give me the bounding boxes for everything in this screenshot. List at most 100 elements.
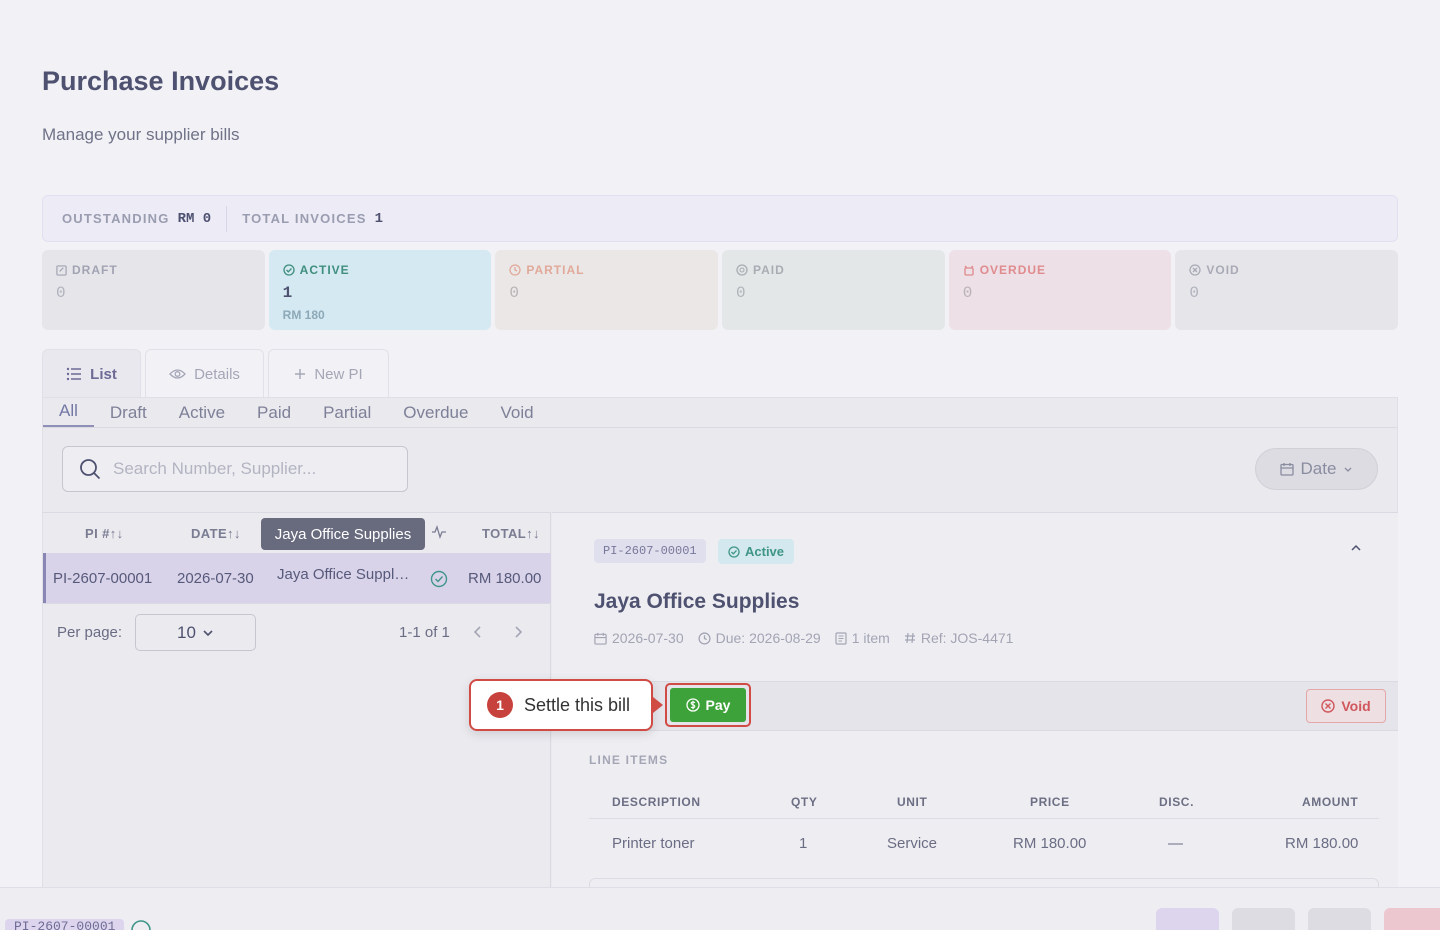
page-range: 1-1 of 1 bbox=[399, 624, 450, 641]
column-header-pi[interactable]: PI #↑↓ bbox=[85, 526, 124, 541]
clock-icon bbox=[698, 631, 711, 645]
coin-icon bbox=[736, 264, 748, 276]
column-header-total[interactable]: TOTAL↑↓ bbox=[482, 526, 540, 541]
status-card-draft[interactable]: DRAFT 0 bbox=[42, 250, 265, 330]
status-card-paid[interactable]: PAID 0 bbox=[722, 250, 945, 330]
tab-list-label: List bbox=[90, 365, 117, 383]
filter-tabs: All Draft Active Paid Partial Overdue Vo… bbox=[43, 398, 1397, 428]
pdf-button[interactable] bbox=[1384, 908, 1440, 930]
date-filter-label: Date bbox=[1300, 459, 1337, 478]
line-items-heading: LINE ITEMS bbox=[589, 753, 669, 767]
eye-icon bbox=[169, 369, 186, 379]
row-supplier: Jaya Office Suppl… bbox=[277, 566, 410, 583]
status-card-label: VOID bbox=[1206, 263, 1240, 277]
meta-ref: Ref: JOS-4471 bbox=[904, 630, 1013, 646]
filter-tab-overdue[interactable]: Overdue bbox=[387, 403, 484, 427]
tab-details[interactable]: Details bbox=[145, 349, 264, 398]
line-col-amount: AMOUNT bbox=[1302, 795, 1359, 809]
chevron-down-icon bbox=[203, 629, 213, 636]
status-card-label: ACTIVE bbox=[299, 263, 350, 277]
status-card-void[interactable]: VOID 0 bbox=[1175, 250, 1399, 330]
invoice-panel: All Draft Active Paid Partial Overdue Vo… bbox=[42, 397, 1398, 908]
status-card-partial[interactable]: PARTIAL 0 bbox=[495, 250, 719, 330]
status-card-label: DRAFT bbox=[72, 263, 118, 277]
status-cards: DRAFT 0 ACTIVE 1 RM 180 PARTIAL 0 PAID 0… bbox=[42, 250, 1399, 330]
outstanding-label: OUTSTANDING bbox=[62, 211, 170, 226]
chevron-right-icon[interactable] bbox=[513, 625, 523, 639]
tab-details-label: Details bbox=[194, 365, 240, 383]
filter-tab-draft[interactable]: Draft bbox=[94, 403, 163, 427]
invoice-number-badge: PI-2607-00001 bbox=[594, 539, 706, 563]
line-price: RM 180.00 bbox=[1013, 835, 1087, 852]
list-icon bbox=[66, 367, 82, 381]
status-badge-label: Active bbox=[745, 544, 785, 559]
filter-tab-partial[interactable]: Partial bbox=[307, 403, 387, 427]
edit-button[interactable] bbox=[1156, 908, 1219, 930]
pay-button[interactable]: Pay bbox=[670, 688, 746, 722]
status-card-count: 0 bbox=[962, 284, 973, 302]
date-filter-button[interactable]: Date bbox=[1255, 448, 1378, 490]
bottom-action-bar: PI-2607-00001 bbox=[0, 887, 1440, 930]
tab-list[interactable]: List bbox=[42, 349, 141, 398]
column-header-date[interactable]: DATE↑↓ bbox=[191, 526, 241, 541]
check-circle-icon bbox=[728, 545, 740, 558]
tutorial-callout: 1 Settle this bill bbox=[469, 679, 653, 731]
x-circle-icon bbox=[1321, 699, 1336, 713]
status-card-label: PARTIAL bbox=[526, 263, 585, 277]
check-circle-icon bbox=[430, 570, 448, 588]
per-page-select[interactable]: 10 bbox=[135, 614, 256, 651]
duplicate-button[interactable] bbox=[1232, 908, 1295, 930]
line-qty: 1 bbox=[799, 835, 808, 852]
tab-new-pi-label: New PI bbox=[314, 365, 363, 383]
status-card-amount: RM 180 bbox=[282, 308, 325, 322]
meta-due: Due: 2026-08-29 bbox=[698, 630, 821, 646]
tab-new-pi[interactable]: New PI bbox=[268, 349, 389, 398]
pagination: Per page: 10 1-1 of 1 bbox=[43, 603, 551, 659]
line-unit: Service bbox=[887, 835, 938, 852]
status-card-overdue[interactable]: OVERDUE 0 bbox=[948, 250, 1172, 330]
line-description: Printer toner bbox=[612, 835, 695, 852]
summary-bar: OUTSTANDING RM 0 TOTAL INVOICES 1 bbox=[42, 195, 1398, 242]
check-circle-icon bbox=[131, 920, 151, 930]
line-amount: RM 180.00 bbox=[1285, 835, 1359, 852]
filter-tab-void[interactable]: Void bbox=[484, 403, 549, 427]
filter-tab-paid[interactable]: Paid bbox=[241, 403, 307, 427]
line-col-unit: UNIT bbox=[897, 795, 928, 809]
supplier-name: Jaya Office Supplies bbox=[594, 590, 800, 613]
total-invoices-label: TOTAL INVOICES bbox=[242, 211, 367, 226]
calendar-icon bbox=[594, 632, 607, 645]
line-items-header: DESCRIPTION QTY UNIT PRICE DISC. AMOUNT bbox=[589, 781, 1379, 819]
plus-icon bbox=[295, 369, 306, 379]
pay-button-label: Pay bbox=[705, 697, 731, 713]
line-col-description: DESCRIPTION bbox=[612, 795, 701, 809]
page-title: Purchase Invoices bbox=[42, 66, 280, 96]
filter-tab-active[interactable]: Active bbox=[163, 403, 241, 427]
table-row[interactable]: PI-2607-00001 2026-07-30 Jaya Office Sup… bbox=[43, 553, 551, 603]
void-button[interactable]: Void bbox=[1306, 689, 1386, 723]
hash-icon bbox=[904, 632, 915, 644]
activity-icon bbox=[432, 525, 446, 539]
dollar-circle-icon bbox=[685, 698, 700, 712]
line-item-row: Printer toner 1 Service RM 180.00 — RM 1… bbox=[589, 819, 1379, 865]
alarm-icon bbox=[964, 265, 974, 276]
search-box bbox=[62, 446, 408, 492]
callout-arrow bbox=[653, 697, 663, 713]
void-button-label: Void bbox=[1341, 698, 1371, 714]
line-col-qty: QTY bbox=[791, 795, 818, 809]
status-card-active[interactable]: ACTIVE 1 RM 180 bbox=[268, 250, 492, 330]
search-icon bbox=[80, 459, 101, 480]
per-page-value: 10 bbox=[177, 622, 196, 642]
filter-tab-all[interactable]: All bbox=[43, 401, 94, 427]
chevron-left-icon[interactable] bbox=[473, 625, 483, 639]
clock-icon bbox=[509, 264, 521, 276]
meta-date: 2026-07-30 bbox=[594, 630, 684, 646]
chevron-up-icon[interactable] bbox=[1350, 544, 1362, 552]
check-circle-icon bbox=[283, 264, 295, 276]
status-card-count: 0 bbox=[56, 284, 66, 302]
line-col-price: PRICE bbox=[1030, 795, 1070, 809]
search-input[interactable] bbox=[113, 459, 393, 479]
callout-text: Settle this bill bbox=[524, 694, 631, 715]
draft-icon bbox=[56, 264, 67, 276]
preview-button[interactable] bbox=[1308, 908, 1371, 930]
status-card-count: 0 bbox=[509, 284, 519, 302]
